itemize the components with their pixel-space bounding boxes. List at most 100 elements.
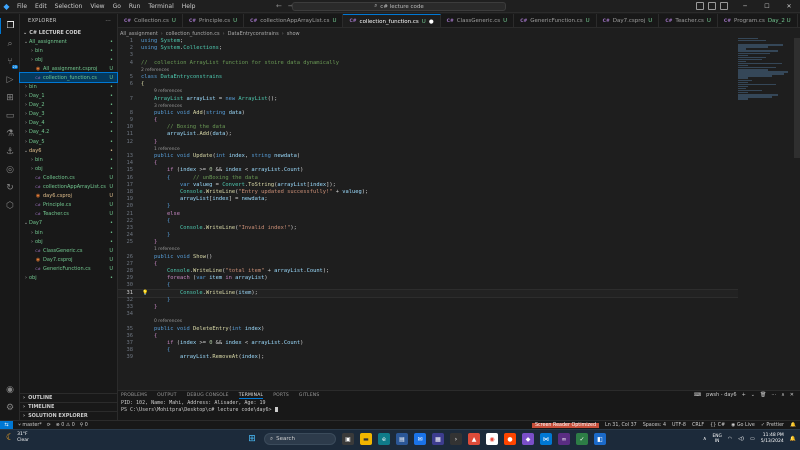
clock[interactable]: 11:48 PM 5/13/2024 [761,433,784,445]
editor-tab[interactable]: C# Program.cs Day_2 U [718,14,798,27]
back-arrow-icon[interactable]: ← [276,2,282,10]
menu-item-edit[interactable]: Edit [35,3,47,10]
editor-tab[interactable]: C# Teacher.cs U [659,14,718,27]
folder-item[interactable]: › Day_4 • [20,119,117,128]
editor-tab[interactable]: C# collection_function.cs U ● [343,14,441,27]
editor-scrollbar[interactable] [794,38,800,158]
chevron-up-icon[interactable]: ∧ [703,436,707,442]
problems-status[interactable]: ⊗ 0 ⚠ 0 [56,423,75,428]
breadcrumb-item[interactable]: DataEntryconstrains [228,31,279,37]
file-item[interactable]: ◉ day6.csproj U [20,192,117,201]
sidebar-section-outline[interactable]: › OUTLINE [20,393,118,402]
search-icon[interactable]: ⌕ [0,36,20,52]
folder-item[interactable]: › bin • [20,46,117,55]
sidebar-section-timeline[interactable]: › TIMELINE [20,402,118,411]
indentation-status[interactable]: Spaces: 4 [643,423,666,428]
weather-widget[interactable]: ☾ 31°F Clear [6,432,29,444]
account-icon[interactable]: ◉ [0,382,20,398]
brave-icon[interactable]: ▲ [468,433,480,445]
cursor-position[interactable]: Ln 31, Col 37 [605,423,637,428]
file-item[interactable]: C# GenericFunction.cs U [20,264,117,273]
trash-icon[interactable]: 🗑 [760,392,766,398]
app-blue-icon[interactable]: ◧ [594,433,606,445]
screen-reader-status[interactable]: Screen Reader Optimized [531,422,600,428]
editor-tab[interactable]: C# Principle.cs U [183,14,245,27]
panel-tab-gitlens[interactable]: GITLENS [299,393,320,398]
panel-tab-ports[interactable]: PORTS [273,393,289,398]
maximize-panel-icon[interactable]: ∧ [781,392,785,398]
codelens-references[interactable]: 1 reference [154,246,180,253]
app-icon[interactable]: ▦ [432,433,444,445]
gitlens-icon[interactable]: ◎ [0,162,20,178]
file-item[interactable]: ◉ All_assignment.csproj U [20,64,117,73]
editor-tab[interactable]: C# collectionAppArrayList.cs U [244,14,344,27]
prettier-status[interactable]: ✓ Prettier [761,423,784,428]
folder-item[interactable]: › Day_1 • [20,92,117,101]
panel-tab-problems[interactable]: PROBLEMS [121,393,147,398]
workspace-root[interactable]: ⌄ C# LECTURE CODE [20,28,117,37]
folder-item[interactable]: ⌄ All_assignment • [20,37,117,46]
menu-item-help[interactable]: Help [182,3,196,10]
code-editor[interactable]: 1 using System; 2 using System.Collections;… [118,38,738,388]
codelens-references[interactable]: 9 references [154,88,182,95]
codelens-references[interactable]: 3 references [154,103,182,110]
folder-item[interactable]: › Day_2 • [20,101,117,110]
task-view-icon[interactable]: ▣ [342,433,354,445]
toggle-sidebar-icon[interactable] [696,2,704,10]
source-control-icon[interactable]: ⑂ 20 [0,54,20,70]
folder-item[interactable]: › Day_4.2 • [20,128,117,137]
language-indicator[interactable]: ENG IN [713,434,722,445]
testing-icon[interactable]: ⚗ [0,126,20,142]
language-mode[interactable]: {} C# [710,423,725,428]
store-icon[interactable]: ▤ [396,433,408,445]
unsaved-dot-icon[interactable]: ● [429,19,434,25]
app-purple-icon[interactable]: ◆ [522,433,534,445]
folder-item[interactable]: › bin • [20,228,117,237]
file-item[interactable]: ◉ Day7.csproj U [20,255,117,264]
sync-icon[interactable]: ⟳ [47,423,51,428]
file-item[interactable]: C# collection_function.cs U [19,72,118,84]
folder-item[interactable]: › obj • [20,55,117,64]
panel-tab-terminal[interactable]: TERMINAL [238,393,264,399]
battery-icon[interactable]: ▭ [750,436,755,442]
codelens-references[interactable]: 2 references [141,67,169,74]
eol-status[interactable]: CRLF [692,423,704,428]
sidebar-section-solution-explorer[interactable]: › SOLUTION EXPLORER [20,411,118,420]
folder-item[interactable]: › bin • [20,155,117,164]
close-button[interactable]: ✕ [778,0,800,13]
file-item[interactable]: C# ClassGeneric.cs U [20,246,117,255]
editor-tab[interactable]: C# GenericFunction.cs U [514,14,597,27]
live-share-icon[interactable]: ↻ [0,180,20,196]
panel-tab-debug-console[interactable]: DEBUG CONSOLE [187,393,229,398]
breadcrumb-item[interactable]: show [287,31,300,37]
editor-tab[interactable]: C# Day7.csproj U [597,14,660,27]
more-actions-icon[interactable]: ··· [771,392,776,398]
chrome-icon[interactable]: ◉ [486,433,498,445]
windows-start-icon[interactable]: ⊞ [246,433,258,445]
taskbar-search[interactable]: ⌕ Search [264,433,336,445]
notifications-bell-icon[interactable]: 🔔 [790,423,796,428]
database-icon[interactable]: ⬡ [0,198,20,214]
more-actions-icon[interactable]: ··· [105,18,111,24]
notification-icon[interactable]: 🔔 [790,436,796,442]
terminal-name[interactable]: pwsh - day6 [706,392,736,398]
app-orange-icon[interactable]: ● [504,433,516,445]
file-item[interactable]: C# Principle.cs U [20,201,117,210]
go-live-button[interactable]: ◉ Go Live [731,423,755,428]
folder-item[interactable]: › Day_3 • [20,110,117,119]
terminal-output[interactable]: PID: 102, Name: Mahi, Address: Alisader,… [118,400,800,414]
toggle-secondary-sidebar-icon[interactable] [720,2,728,10]
editor-tab[interactable]: C# Collection.cs U [118,14,183,27]
edge-icon[interactable]: e [378,433,390,445]
explorer-icon[interactable]: ❐ [0,18,20,34]
wifi-icon[interactable]: ◠ [728,436,732,442]
terminal-app-icon[interactable]: › [450,433,462,445]
run-debug-icon[interactable]: ▷ [0,72,20,88]
menu-item-file[interactable]: File [17,3,27,10]
app-green-icon[interactable]: ✓ [576,433,588,445]
file-item[interactable]: C# Collection.cs U [20,173,117,182]
folder-item[interactable]: ⌄ Day7 • [20,219,117,228]
minimize-button[interactable]: ─ [734,0,756,13]
file-item[interactable]: C# Teacher.cs U [20,210,117,219]
toggle-panel-icon[interactable] [708,2,716,10]
